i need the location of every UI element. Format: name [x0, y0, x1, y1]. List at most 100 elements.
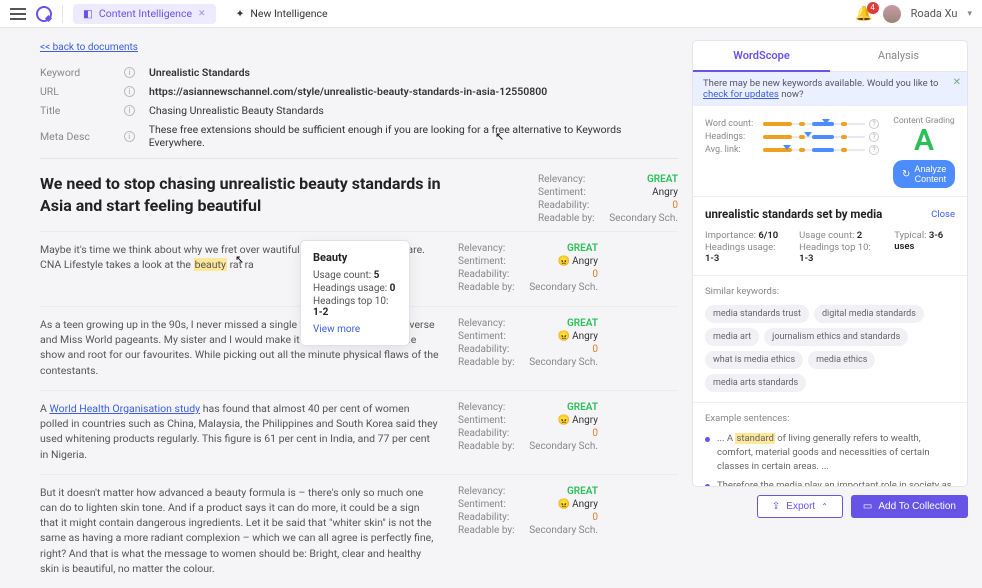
- m-relevancy-value: GREAT: [567, 318, 598, 329]
- content-grade: A: [893, 126, 955, 156]
- kw-ht-value: 1-3: [799, 253, 813, 264]
- analyze-content-button[interactable]: Analyze Content: [893, 160, 955, 188]
- article-title: We need to stop chasing unrealistic beau…: [40, 173, 460, 219]
- view-more-link[interactable]: View more: [313, 324, 397, 335]
- m-readable-by-value: Secondary Sch.: [529, 525, 598, 536]
- meta-keyword-label: Keyword: [40, 66, 110, 79]
- info-icon[interactable]: i: [124, 105, 135, 116]
- m-readable-by-value: Secondary Sch.: [529, 282, 598, 293]
- info-icon[interactable]: i: [124, 67, 135, 78]
- keyword-chips: media standards trust digital media stand…: [705, 305, 955, 392]
- top-bar: ◧ Content Intelligence ✕ ✦ New Intellige…: [0, 0, 982, 28]
- chevron-down-icon[interactable]: ▾: [967, 9, 972, 19]
- angry-emoji-icon: 😠: [558, 499, 570, 510]
- keyword-popover: Beauty Usage count: 5 Headings usage: 0 …: [300, 240, 410, 346]
- close-icon[interactable]: ✕: [198, 9, 206, 19]
- kw-usage-value: 2: [857, 230, 862, 241]
- m-relevancy-label: Relevancy:: [458, 402, 505, 413]
- gauge-wordcount-label: Word count:: [705, 119, 759, 129]
- keyword-chip[interactable]: media ethics: [808, 351, 875, 369]
- m-sentiment-value: 😠Angry: [558, 256, 598, 267]
- popover-usage-label: Usage count:: [313, 270, 371, 281]
- tab-content-intelligence[interactable]: ◧ Content Intelligence ✕: [73, 4, 216, 24]
- gauge-avglink-bar: [763, 149, 865, 151]
- m-readable-by-value: Secondary Sch.: [609, 213, 678, 224]
- keyword-chip[interactable]: media standards trust: [705, 305, 809, 323]
- m-readable-by-label: Readable by:: [458, 441, 515, 452]
- close-icon[interactable]: ✕: [953, 77, 961, 88]
- tab-label: Content Intelligence: [99, 7, 192, 20]
- close-link[interactable]: Close: [931, 209, 955, 220]
- popover-top10-value: 1-2: [313, 307, 328, 318]
- bell-icon[interactable]: 🔔4: [855, 6, 872, 22]
- kw-importance-label: Importance:: [705, 230, 756, 241]
- gauge-headings-label: Headings:: [705, 132, 759, 142]
- meta-title-value: Chasing Unrealistic Beauty Standards: [149, 104, 324, 117]
- keyword-chip[interactable]: digital media standards: [814, 305, 924, 323]
- avatar[interactable]: [883, 5, 901, 23]
- export-button[interactable]: ⇪Export⌃: [757, 495, 843, 518]
- m-sentiment-label: Sentiment:: [458, 415, 506, 426]
- m-readable-by-label: Readable by:: [458, 357, 515, 368]
- back-link[interactable]: << back to documents: [40, 42, 138, 53]
- keyword-chip[interactable]: media art: [705, 328, 759, 346]
- keyword-chip[interactable]: media arts standards: [705, 374, 806, 392]
- tab-wordscope[interactable]: WordScope: [693, 41, 830, 72]
- m-sentiment-label: Sentiment:: [458, 331, 506, 342]
- app-logo[interactable]: [36, 6, 52, 22]
- m-sentiment-label: Sentiment:: [458, 256, 506, 267]
- wordscope-panel: WordScope Analysis There may be new keyw…: [692, 40, 968, 487]
- info-icon[interactable]: ?: [869, 132, 879, 142]
- tab-label: New Intelligence: [250, 7, 327, 20]
- notice-text: now?: [779, 89, 804, 100]
- check-updates-link[interactable]: check for updates: [703, 89, 779, 100]
- paragraph-section: But it doesn't matter how advanced a bea…: [40, 475, 678, 588]
- text-fragment: Maybe it's time we think about why we fr…: [40, 243, 270, 256]
- m-sentiment-label: Sentiment:: [458, 499, 506, 510]
- example-sentences-title: Example sentences:: [705, 413, 955, 424]
- info-icon[interactable]: i: [124, 86, 135, 97]
- m-readability-value: 0: [672, 200, 678, 211]
- m-readable-by-value: Secondary Sch.: [529, 441, 598, 452]
- m-relevancy-value: GREAT: [567, 486, 598, 497]
- m-sentiment-value: 😠Angry: [558, 499, 598, 510]
- keyword-chip[interactable]: journalism ethics and standards: [764, 328, 908, 346]
- m-sentiment-value: 😠Angry: [558, 331, 598, 342]
- kw-typical-label: Typical:: [894, 230, 926, 241]
- m-readable-by-label: Readable by:: [458, 282, 515, 293]
- tab-analysis[interactable]: Analysis: [830, 41, 967, 72]
- main-content: << back to documents Keyword i Unrealist…: [40, 40, 678, 518]
- m-readable-by-label: Readable by:: [538, 213, 595, 224]
- angry-emoji-icon: 😠: [558, 415, 570, 426]
- popover-headings-value: 0: [390, 283, 396, 294]
- right-sidebar: WordScope Analysis There may be new keyw…: [692, 40, 968, 518]
- m-relevancy-label: Relevancy:: [458, 318, 505, 329]
- add-to-collection-button[interactable]: ▭Add To Collection: [851, 495, 968, 518]
- keyword-chip[interactable]: what is media ethics: [705, 351, 803, 369]
- inline-link[interactable]: World Health Organisation study: [49, 402, 200, 415]
- info-icon[interactable]: i: [124, 131, 135, 142]
- popover-usage-value: 5: [374, 270, 380, 281]
- meta-url-value: https://asiannewschannel.com/style/unrea…: [149, 85, 547, 98]
- kw-headings-usage-label: Headings usage:: [705, 242, 775, 253]
- popover-top10-label: Headings top 10:: [313, 296, 388, 307]
- angry-emoji-icon: 😠: [558, 331, 570, 342]
- keyword-highlight[interactable]: beauty: [194, 258, 227, 271]
- info-icon[interactable]: ?: [869, 119, 879, 129]
- paragraph-body: But it doesn't matter how advanced a bea…: [40, 485, 440, 576]
- info-icon[interactable]: ?: [869, 145, 879, 155]
- meta-desc-label: Meta Desc: [40, 130, 110, 143]
- tab-new-intelligence[interactable]: ✦ New Intelligence: [226, 4, 338, 24]
- export-icon: ⇪: [772, 501, 780, 512]
- m-relevancy-value: GREAT: [647, 174, 678, 185]
- kw-importance-value: 6/10: [758, 230, 778, 241]
- hamburger-icon[interactable]: [10, 8, 26, 20]
- example-sentence: ... A standard of living generally refer…: [705, 432, 955, 473]
- m-relevancy-label: Relevancy:: [538, 174, 585, 185]
- m-relevancy-value: GREAT: [567, 243, 598, 254]
- popover-title: Beauty: [313, 251, 397, 264]
- text-fragment: rat ra: [227, 258, 254, 271]
- keyword-title: unrealistic standards set by media: [705, 207, 882, 221]
- m-relevancy-label: Relevancy:: [458, 486, 505, 497]
- chevron-up-icon: ⌃: [821, 502, 828, 511]
